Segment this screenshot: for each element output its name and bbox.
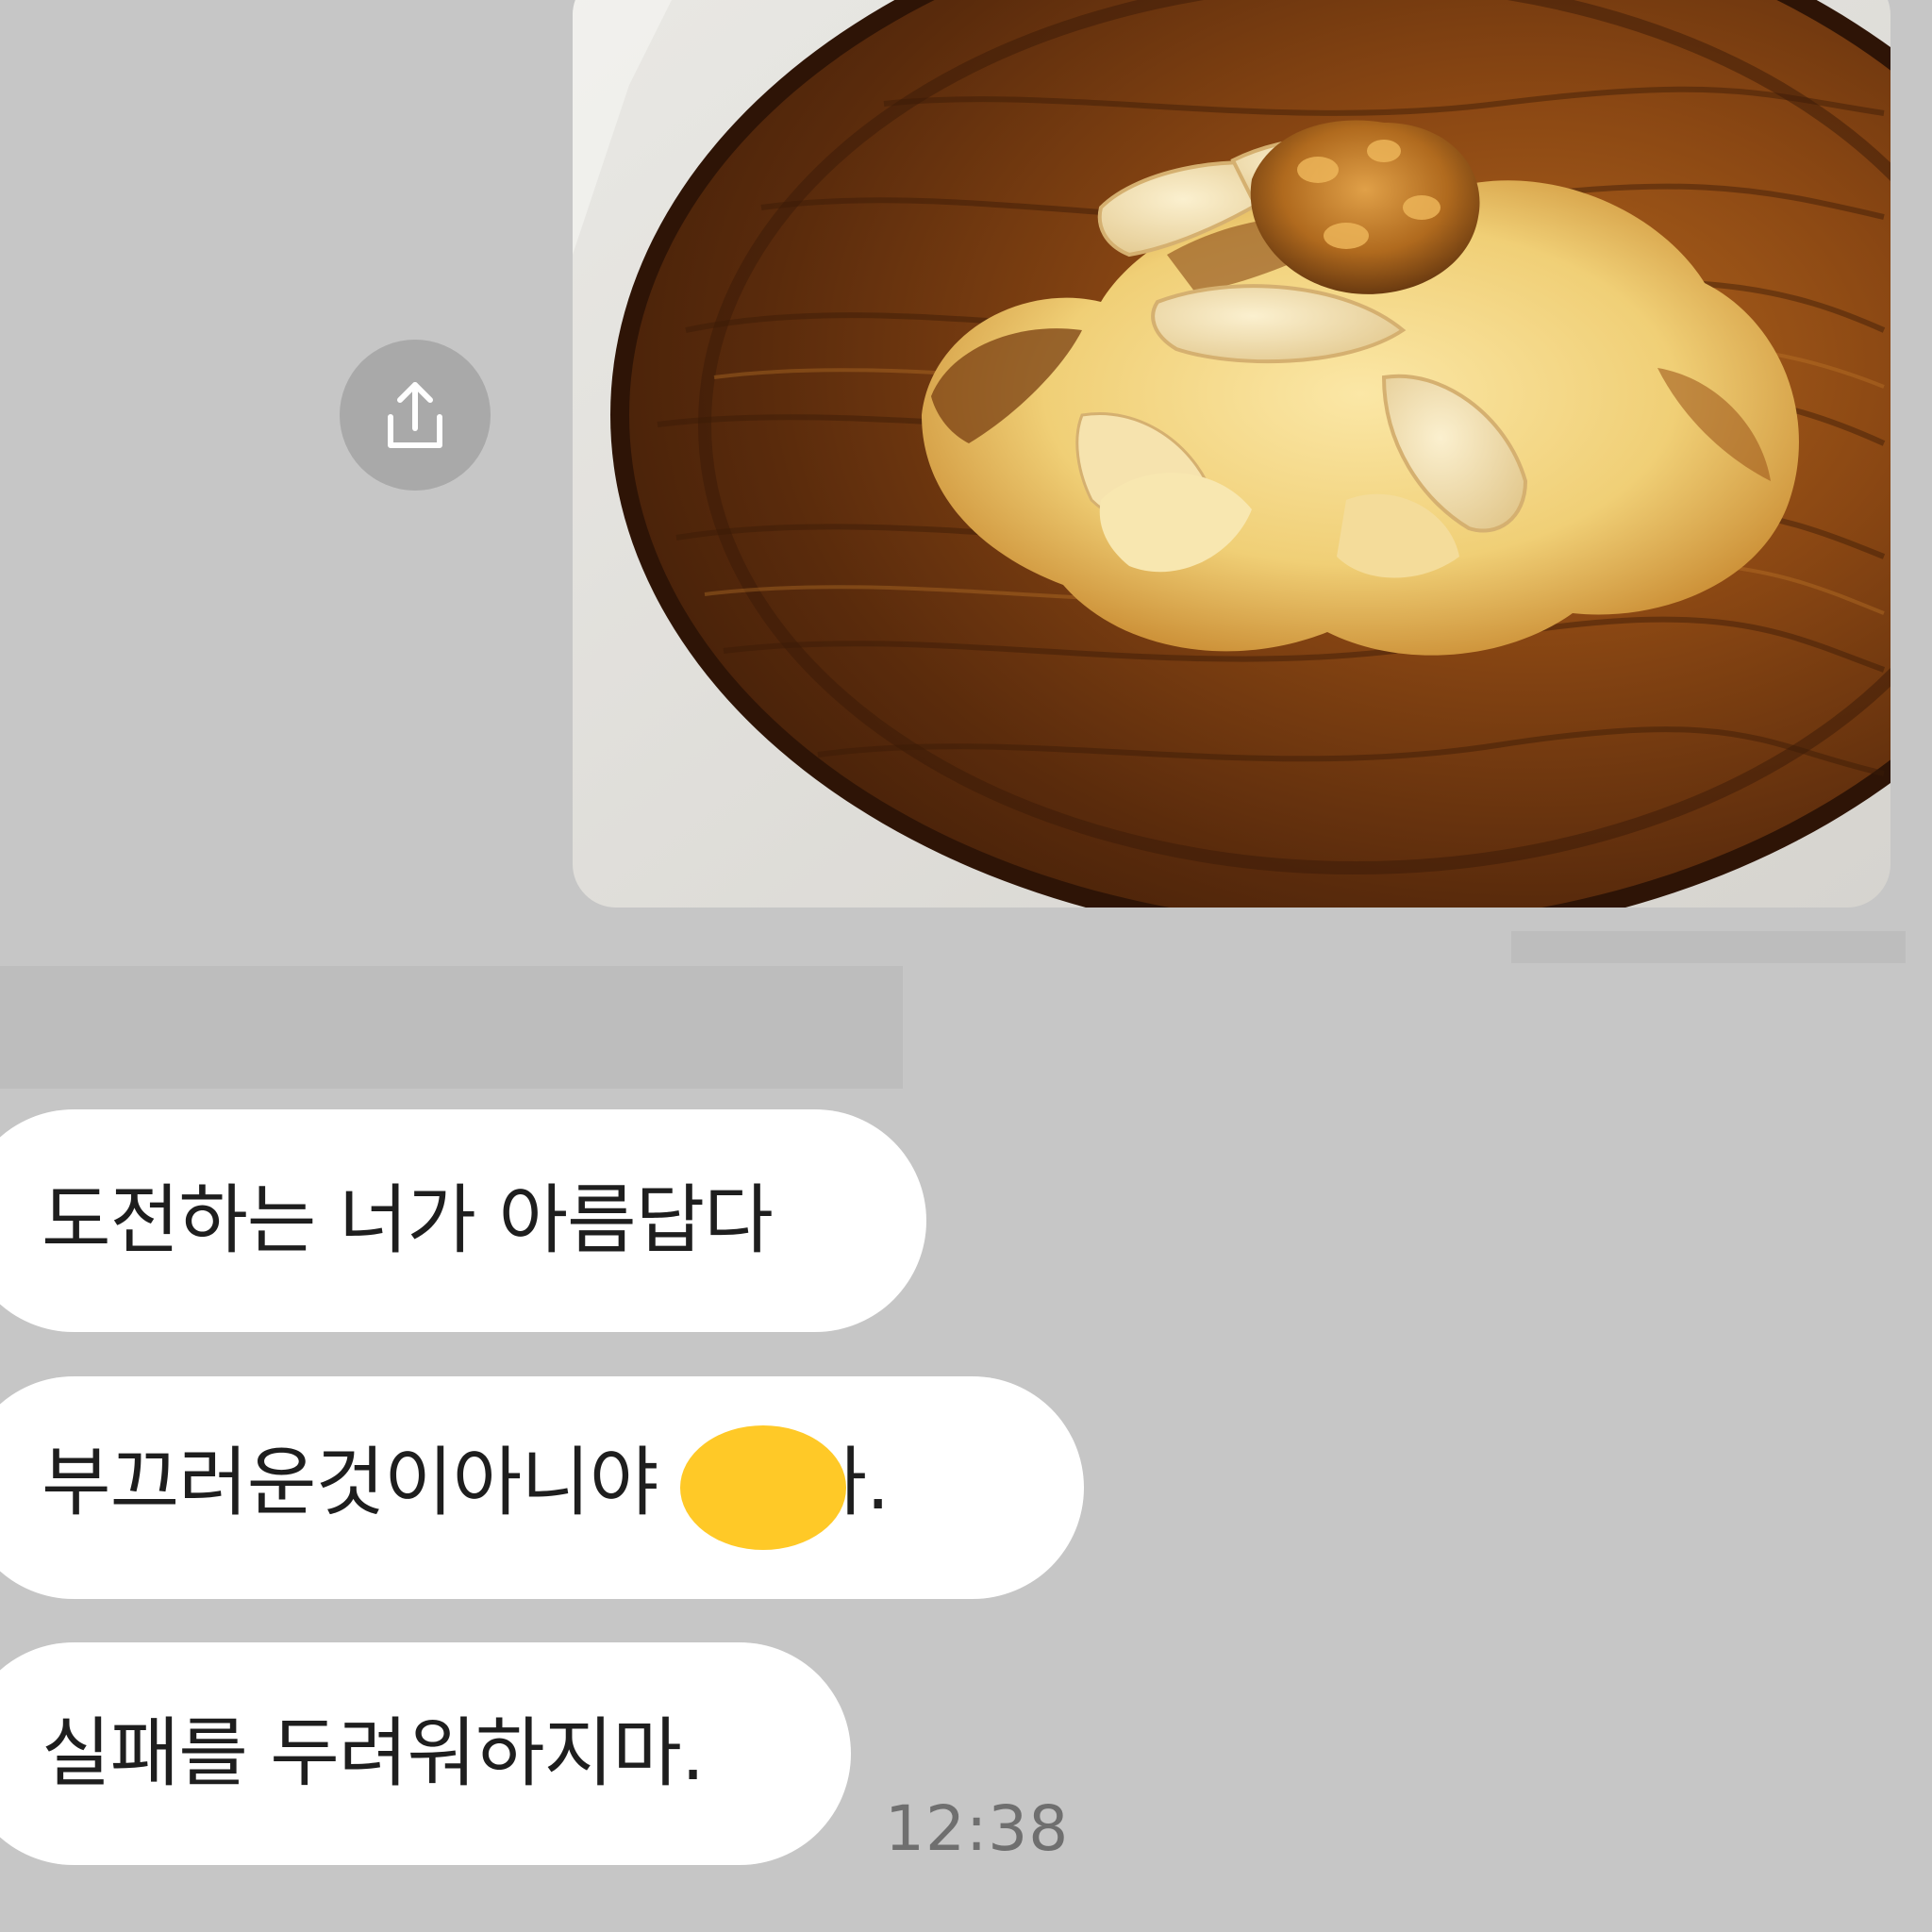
name-redaction-mask (680, 1425, 847, 1550)
share-button[interactable] (340, 340, 491, 491)
message-bubble[interactable]: 부끄러운것이아니야아. (0, 1376, 1084, 1599)
photo-message[interactable] (573, 0, 1890, 908)
message-text: 부끄러운것이아니야아. (42, 1425, 890, 1550)
message-text: 실패를 두려워하지마. (42, 1709, 705, 1797)
redacted-sender-area (0, 966, 903, 1089)
redacted-area (1511, 931, 1906, 963)
message-text-before-mask: 부끄러운것이아니야 (42, 1438, 658, 1526)
pancake-photo (573, 0, 1890, 908)
message-timestamp: 12:38 (885, 1792, 1070, 1865)
message-text: 도전하는 너가 아름답다 (42, 1176, 774, 1264)
message-bubble[interactable]: 도전하는 너가 아름답다 (0, 1109, 926, 1332)
message-bubble[interactable]: 실패를 두려워하지마. (0, 1642, 851, 1865)
share-icon (388, 382, 442, 448)
